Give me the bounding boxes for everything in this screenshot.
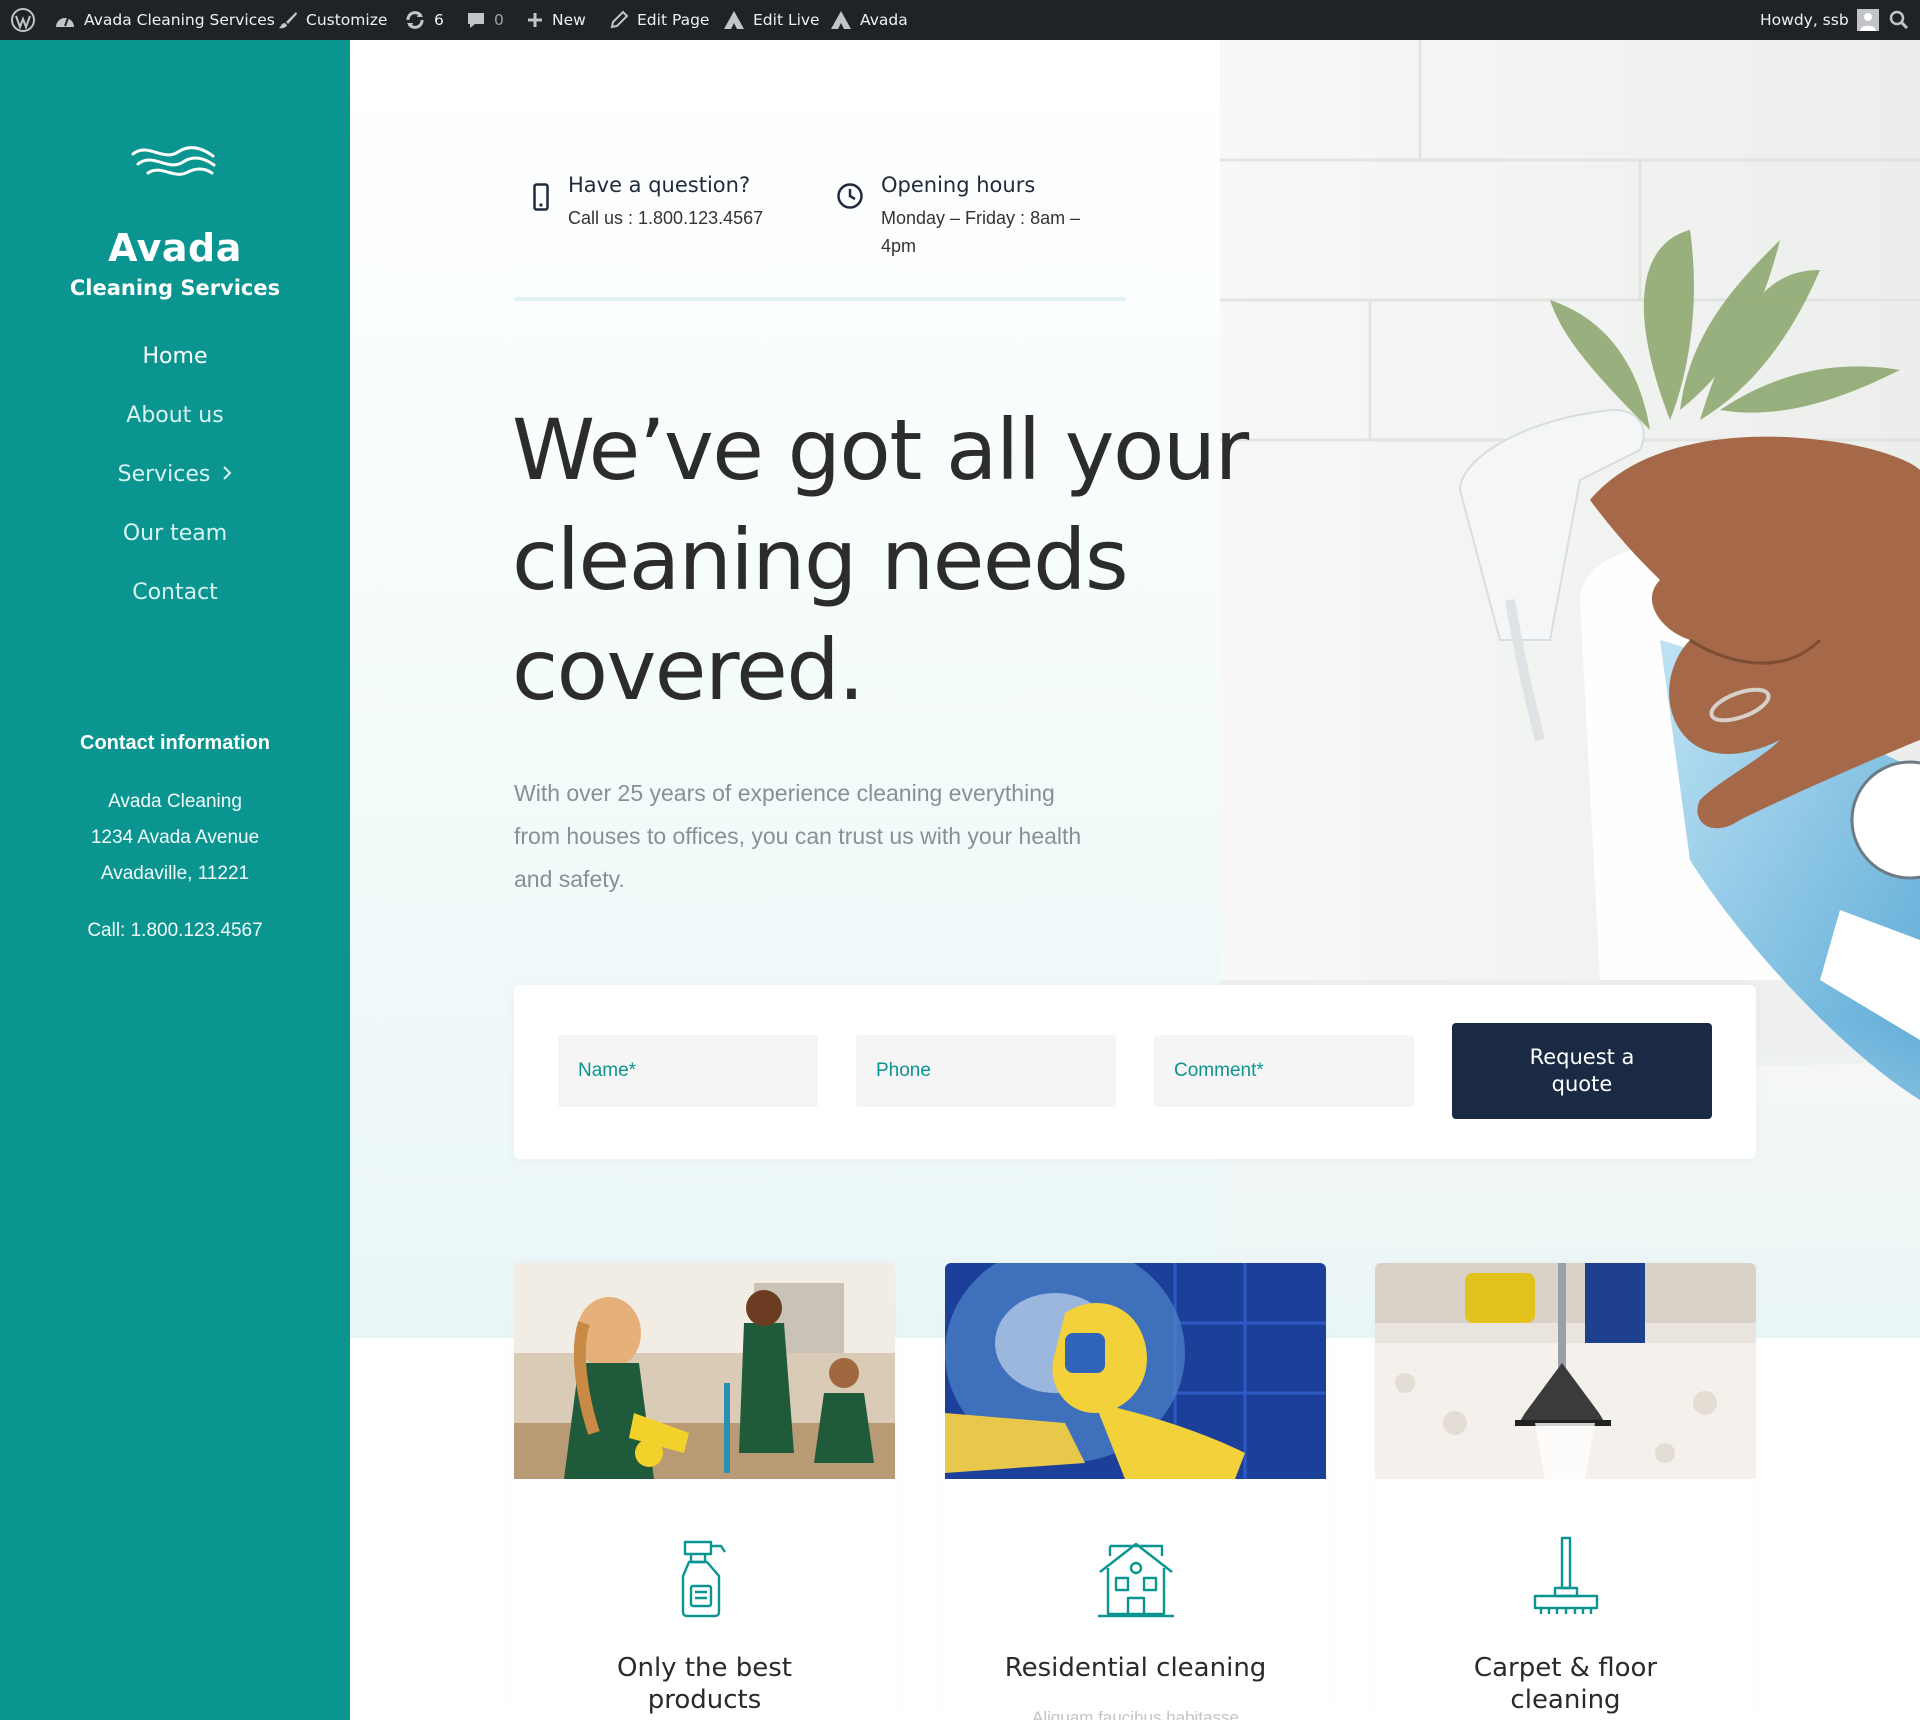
avada-menu-link[interactable]: Avada [830,0,908,40]
my-account-link[interactable]: Howdy, ssb [1760,0,1879,40]
search-icon [1889,10,1909,30]
site-name: Avada Cleaning Services [84,11,275,29]
hours-title: Opening hours [881,173,1036,197]
site-name-link[interactable]: Avada Cleaning Services [54,0,275,40]
comments-count: 0 [494,11,504,29]
service-card-residential[interactable]: Residential cleaning Aliquam faucibus ha… [945,1263,1326,1720]
avatar-icon [1856,9,1879,31]
card-title: Residential cleaning [945,1652,1326,1684]
nav-item-label: About us [126,403,224,428]
sidebar-phone[interactable]: Call: 1.800.123.4567 [0,920,350,942]
card-title-line: cleaning [1510,1685,1621,1715]
card-title-line: products [647,1685,762,1715]
comments-icon [466,10,486,30]
card-photo-carpet-cleaning [1375,1263,1756,1479]
nav-item-contact[interactable]: Contact [0,580,350,605]
address-line: Avada Cleaning [108,791,242,812]
card-title-line: Only the best [617,1653,792,1683]
avada-label: Avada [860,11,908,29]
service-card-products[interactable]: Only the best products [514,1263,895,1720]
card-title-line: Carpet & floor [1473,1653,1658,1683]
plus-icon [526,11,544,29]
quote-form: Request a quote [514,985,1756,1159]
howdy-text: Howdy, ssb [1760,11,1849,29]
admin-search[interactable] [1889,0,1909,40]
brush-icon [278,10,298,30]
lead-line: from houses to offices, you can trust us… [514,823,1082,849]
new-label: New [552,11,586,29]
nav-item-services[interactable]: Services [0,462,350,487]
lead-line: and safety. [514,866,625,892]
pencil-icon [609,10,629,30]
comment-field[interactable] [1154,1035,1414,1107]
edit-live-link[interactable]: Edit Live [723,0,820,40]
phone-field[interactable] [856,1035,1116,1107]
edit-page-label: Edit Page [637,11,710,29]
divider [514,297,1126,301]
question-phone[interactable]: Call us : 1.800.123.4567 [568,204,763,232]
headline-line: We’ve got all your [512,401,1249,499]
nav-item-about-us[interactable]: About us [0,403,350,428]
customize-label: Customize [306,11,388,29]
headline-line: cleaning needs [512,511,1129,609]
wordpress-menu[interactable] [10,0,36,40]
wordpress-icon [10,7,36,33]
new-content-link[interactable]: New [526,0,586,40]
lead-line: With over 25 years of experience cleanin… [514,780,1055,806]
card-description: Aliquam faucibus habitasse [1032,1708,1239,1720]
comments-link[interactable]: 0 [466,0,504,40]
updates-icon [404,9,426,31]
hero-lead: With over 25 years of experience cleanin… [514,772,1164,901]
nav-item-label: Contact [132,580,218,605]
hero-headline: We’ve got all your cleaning needs covere… [512,395,1332,725]
house-icon [945,1536,1326,1618]
logo-subtitle: Cleaning Services [69,276,281,300]
card-photo-cleaning-team [514,1263,895,1479]
button-label: Request a [1529,1045,1635,1069]
clock-icon [836,182,864,215]
hero-section: Have a question? Call us : 1.800.123.456… [350,40,1920,1338]
edit-page-link[interactable]: Edit Page [609,0,709,40]
service-card-carpet[interactable]: Carpet & floor cleaning [1375,1263,1756,1720]
question-title: Have a question? [568,173,751,197]
chevron-right-icon [222,462,232,487]
updates-link[interactable]: 6 [404,0,444,40]
nav-item-label: Services [117,462,211,487]
floor-mop-icon [1375,1536,1756,1618]
edit-live-label: Edit Live [753,11,820,29]
card-title-line: Residential cleaning [1004,1653,1267,1683]
address-line: 1234 Avada Avenue [90,827,260,848]
sidebar: Avada Cleaning Services Home About us Se… [0,40,350,1720]
nav-item-label: Home [142,344,208,369]
nav-item-home[interactable]: Home [0,344,350,369]
request-quote-button[interactable]: Request a quote [1452,1023,1712,1119]
customize-link[interactable]: Customize [278,0,387,40]
hours-line: Monday – Friday : 8am – [881,208,1081,228]
logo-wave-icon[interactable] [128,140,218,189]
name-field[interactable] [558,1035,818,1107]
card-title: Carpet & floor cleaning [1375,1652,1756,1716]
address-line: Avadaville, 11221 [100,863,250,884]
hours-line: 4pm [881,236,917,256]
nav-item-our-team[interactable]: Our team [0,521,350,546]
avada-icon [723,10,745,30]
avada-icon [830,10,852,30]
phone-icon [533,183,549,216]
contact-heading: Contact information [80,732,270,754]
card-photo-window-cleaning [945,1263,1326,1479]
card-title: Only the best products [514,1652,895,1716]
spray-bottle-icon [514,1536,895,1618]
updates-count: 6 [434,11,444,29]
button-label: quote [1551,1072,1613,1096]
headline-line: covered. [512,621,865,719]
nav-item-label: Our team [122,521,228,546]
wp-admin-bar: Avada Cleaning Services Customize 6 0 Ne… [0,0,1920,40]
logo-title[interactable]: Avada [0,226,350,270]
dashboard-icon [54,11,76,29]
